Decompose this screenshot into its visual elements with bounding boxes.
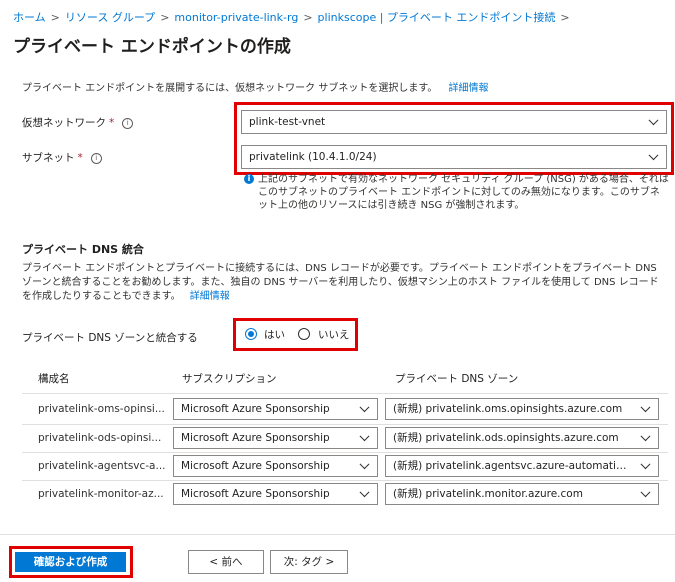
dns-zone-dropdown[interactable]: (新規) privatelink.oms.opinsights.azure.co…: [385, 398, 659, 420]
dns-description-text: プライベート エンドポイントとプライベートに接続するには、DNS レコードが必要…: [22, 263, 659, 302]
breadcrumb-resource-groups[interactable]: リソース グループ: [65, 11, 155, 24]
intro-description: プライベート エンドポイントを展開するには、仮想ネットワーク サブネットを選択し…: [22, 83, 438, 94]
subnet-label-text: サブネット: [22, 152, 75, 164]
dns-learn-more-link[interactable]: 詳細情報: [190, 291, 230, 302]
dns-zone-dropdown[interactable]: (新規) privatelink.agentsvc.azure-automati…: [385, 455, 659, 477]
intro-text: プライベート エンドポイントを展開するには、仮想ネットワーク サブネットを選択し…: [22, 79, 489, 94]
breadcrumb-separator: >: [160, 11, 170, 24]
subscription-value: Microsoft Azure Sponsorship: [181, 460, 330, 472]
dns-zone-value: (新規) privatelink.agentsvc.azure-automati…: [393, 460, 643, 472]
dns-zone-dropdown[interactable]: (新規) privatelink.ods.opinsights.azure.co…: [385, 427, 659, 449]
column-header-dns-zone: プライベート DNS ゾーン: [395, 373, 519, 385]
nsg-note-text: 上記のサブネットで有効なネットワーク セキュリティ グループ (NSG) がある…: [258, 174, 669, 211]
breadcrumb: ホーム > リソース グループ > monitor-private-link-rg > pl…: [13, 9, 575, 25]
breadcrumb-separator: >: [303, 11, 313, 24]
breadcrumb-resource-group[interactable]: monitor-private-link-rg: [174, 11, 298, 24]
subscription-value: Microsoft Azure Sponsorship: [181, 403, 330, 415]
dns-zone-value: (新規) privatelink.oms.opinsights.azure.co…: [393, 403, 623, 415]
table-divider: [22, 452, 668, 453]
dns-zone-dropdown[interactable]: (新規) privatelink.monitor.azure.com: [385, 483, 659, 505]
subscription-dropdown[interactable]: Microsoft Azure Sponsorship: [173, 483, 378, 505]
breadcrumb-home[interactable]: ホーム: [13, 11, 46, 24]
next-tags-button[interactable]: 次: タグ >: [270, 550, 348, 574]
dns-description: プライベート エンドポイントとプライベートに接続するには、DNS レコードが必要…: [22, 262, 667, 304]
required-mark: *: [109, 117, 115, 129]
dns-zone-value: (新規) privatelink.monitor.azure.com: [393, 488, 583, 500]
breadcrumb-separator: >: [50, 11, 60, 24]
dns-integrate-label: プライベート DNS ゾーンと統合する: [22, 332, 198, 344]
subscription-value: Microsoft Azure Sponsorship: [181, 432, 330, 444]
vnet-label-text: 仮想ネットワーク: [22, 117, 106, 129]
subscription-dropdown[interactable]: Microsoft Azure Sponsorship: [173, 427, 378, 449]
footer-divider: [0, 534, 675, 535]
dns-zone-value: (新規) privatelink.ods.opinsights.azure.co…: [393, 432, 619, 444]
vnet-label: 仮想ネットワーク * i: [22, 115, 134, 130]
table-divider: [22, 424, 668, 425]
info-icon[interactable]: i: [90, 153, 102, 164]
breadcrumb-plinkscope[interactable]: plinkscope | プライベート エンドポイント接続: [318, 11, 556, 24]
config-name: privatelink-agentsvc-a...: [38, 460, 166, 472]
highlight-box-network: [234, 102, 674, 175]
subscription-dropdown[interactable]: Microsoft Azure Sponsorship: [173, 455, 378, 477]
config-name: privatelink-ods-opinsi...: [38, 432, 162, 444]
page-title: プライベート エンドポイントの作成: [13, 37, 291, 57]
table-divider: [22, 393, 668, 394]
nsg-note: i 上記のサブネットで有効なネットワーク セキュリティ グループ (NSG) が…: [244, 173, 669, 212]
subscription-value: Microsoft Azure Sponsorship: [181, 488, 330, 500]
learn-more-link[interactable]: 詳細情報: [449, 83, 489, 94]
table-divider: [22, 480, 668, 481]
info-icon: i: [244, 174, 254, 184]
info-icon[interactable]: i: [122, 118, 134, 129]
subscription-dropdown[interactable]: Microsoft Azure Sponsorship: [173, 398, 378, 420]
highlight-box-dns-option: [233, 318, 358, 351]
subnet-label: サブネット * i: [22, 150, 102, 165]
column-header-subscription: サブスクリプション: [182, 373, 277, 385]
dns-section-title: プライベート DNS 統合: [22, 243, 144, 256]
previous-button[interactable]: < 前へ: [188, 550, 264, 574]
highlight-box-review: [9, 546, 133, 578]
config-name: privatelink-monitor-az...: [38, 488, 164, 500]
breadcrumb-separator: >: [560, 11, 570, 24]
required-mark: *: [77, 152, 83, 164]
column-header-config-name: 構成名: [38, 373, 70, 385]
config-name: privatelink-oms-opinsi...: [38, 403, 165, 415]
